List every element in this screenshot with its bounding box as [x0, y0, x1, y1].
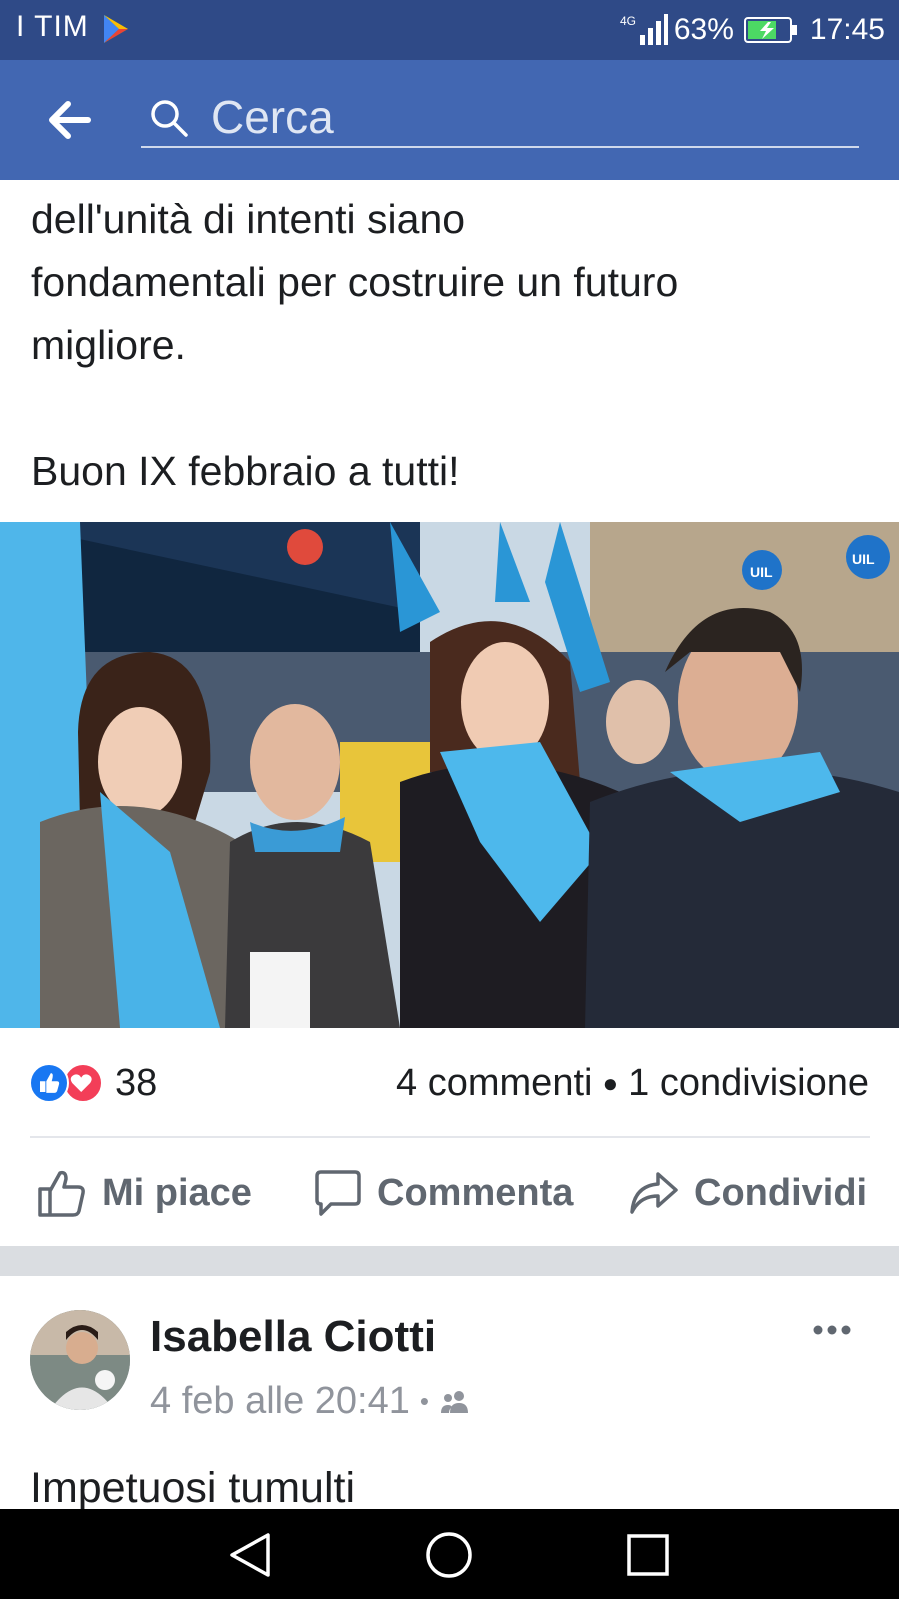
- magnifier-icon: [151, 100, 188, 137]
- comment-button[interactable]: Commenta: [313, 1160, 573, 1226]
- search-header: Cerca: [0, 60, 899, 180]
- battery-icon: [743, 17, 797, 43]
- post-text-line: dell'unità di intenti siano: [31, 196, 466, 242]
- comment-button-label: Commenta: [377, 1171, 574, 1214]
- signal-icon: 4G: [620, 14, 668, 45]
- svg-text:4G: 4G: [620, 14, 636, 28]
- search-input[interactable]: Cerca: [141, 88, 859, 148]
- like-button[interactable]: Mi piace: [36, 1160, 252, 1226]
- feed-separator: [0, 1246, 899, 1276]
- play-store-icon: [104, 15, 128, 43]
- status-bar: I TIM 4G 63% 17:45: [0, 0, 899, 60]
- share-arrow-icon: [630, 1172, 678, 1214]
- battery-percent: 63%: [673, 13, 734, 46]
- nav-recents-icon[interactable]: [626, 1533, 670, 1577]
- photo-illustration: UIL UIL: [0, 522, 899, 1028]
- carrier-label: I TIM: [16, 10, 89, 43]
- speech-bubble-icon: [315, 1170, 361, 1216]
- like-button-label: Mi piace: [102, 1171, 252, 1214]
- love-reaction-icon: [63, 1063, 103, 1103]
- comments-count[interactable]: 4 commenti: [396, 1062, 592, 1105]
- svg-text:UIL: UIL: [750, 564, 773, 580]
- post-actions: Mi piace Commenta Condividi: [0, 1160, 899, 1226]
- post-body-text: dell'unità di intenti siano fondamentali…: [31, 188, 871, 503]
- divider: [30, 1136, 870, 1138]
- search-placeholder: Cerca: [211, 91, 334, 143]
- reactions-count: 38: [115, 1061, 158, 1104]
- post-closing-line: Buon IX febbraio a tutti!: [31, 448, 460, 494]
- like-reaction-icon: [29, 1063, 69, 1103]
- post-photo[interactable]: UIL UIL: [0, 522, 899, 1028]
- post-text-line: migliore.: [31, 322, 186, 368]
- avatar[interactable]: [30, 1310, 130, 1410]
- reactions-summary[interactable]: 38: [29, 1058, 157, 1108]
- clock: 17:45: [809, 13, 885, 46]
- thumbs-up-icon: [38, 1170, 85, 1217]
- arrow-left-icon[interactable]: [48, 100, 92, 140]
- nav-back-icon[interactable]: [228, 1531, 272, 1579]
- navigation-bar: [0, 1509, 899, 1599]
- nav-home-icon[interactable]: [425, 1531, 473, 1579]
- post-author-name[interactable]: Isabella Ciotti: [150, 1312, 436, 1362]
- shares-count[interactable]: 1 condivisione: [628, 1062, 869, 1105]
- svg-text:UIL: UIL: [852, 551, 875, 567]
- next-post-text: Impetuosi tumulti: [30, 1464, 356, 1512]
- engagement-counts[interactable]: 4 commenti ● 1 condivisione: [396, 1058, 869, 1108]
- more-dots-icon[interactable]: [810, 1310, 854, 1350]
- share-button[interactable]: Condividi: [628, 1160, 867, 1226]
- friends-icon: [441, 1390, 468, 1413]
- separator-dot: ●: [602, 1067, 619, 1098]
- share-button-label: Condividi: [694, 1171, 868, 1214]
- post-text-line: fondamentali per costruire un futuro: [31, 259, 679, 305]
- separator-dot: •: [419, 1386, 429, 1416]
- status-indicators: 4G 63% 17:45: [620, 10, 885, 50]
- post-timestamp[interactable]: 4 feb alle 20:41: [150, 1380, 410, 1423]
- post-meta: 4 feb alle 20:41 •: [150, 1380, 471, 1423]
